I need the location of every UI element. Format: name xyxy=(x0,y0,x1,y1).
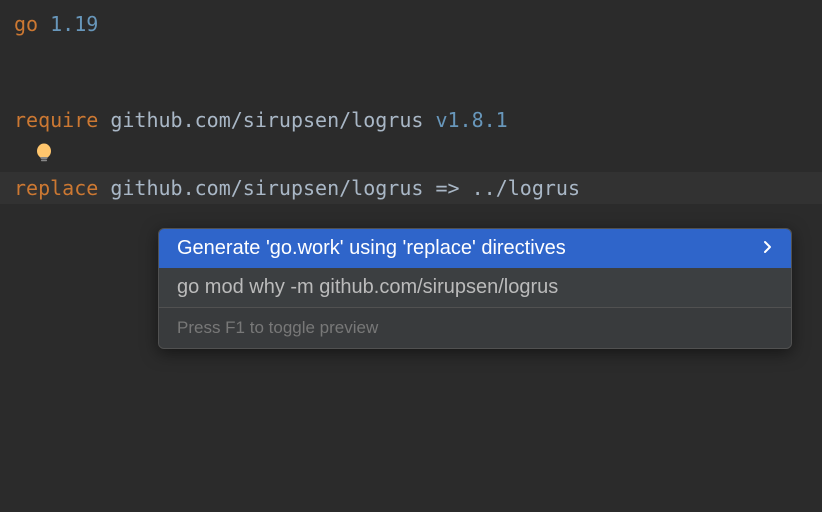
intention-item-label: Generate 'go.work' using 'replace' direc… xyxy=(177,237,566,260)
footer-text: Press F1 to toggle preview xyxy=(177,318,378,337)
module-path: github.com/sirupsen/logrus xyxy=(110,104,423,136)
keyword-replace: replace xyxy=(14,172,98,204)
code-line-replace: replace github.com/sirupsen/logrus => ..… xyxy=(0,172,822,204)
keyword-require: require xyxy=(14,104,98,136)
chevron-right-icon xyxy=(763,238,773,259)
code-line-1: go 1.19 xyxy=(14,8,808,40)
popup-footer-hint: Press F1 to toggle preview xyxy=(159,307,791,348)
arrow-token: => xyxy=(435,172,459,204)
replace-from-path: github.com/sirupsen/logrus xyxy=(110,172,423,204)
intention-item-label: go mod why -m github.com/sirupsen/logrus xyxy=(177,276,558,299)
keyword-go: go xyxy=(14,8,38,40)
go-version: 1.19 xyxy=(50,8,98,40)
code-editor[interactable]: go 1.19 require github.com/sirupsen/logr… xyxy=(0,0,822,212)
gutter-hint-row xyxy=(14,136,808,172)
lightbulb-icon[interactable] xyxy=(34,142,54,166)
replace-to-path: ../logrus xyxy=(472,172,580,204)
blank-line xyxy=(14,72,808,104)
intention-item-go-mod-why[interactable]: go mod why -m github.com/sirupsen/logrus xyxy=(159,268,791,307)
blank-line xyxy=(14,40,808,72)
intention-popup: Generate 'go.work' using 'replace' direc… xyxy=(158,228,792,349)
module-version: v1.8.1 xyxy=(435,104,507,136)
code-line-require: require github.com/sirupsen/logrus v1.8.… xyxy=(14,104,808,136)
intention-item-generate-gowork[interactable]: Generate 'go.work' using 'replace' direc… xyxy=(159,229,791,268)
